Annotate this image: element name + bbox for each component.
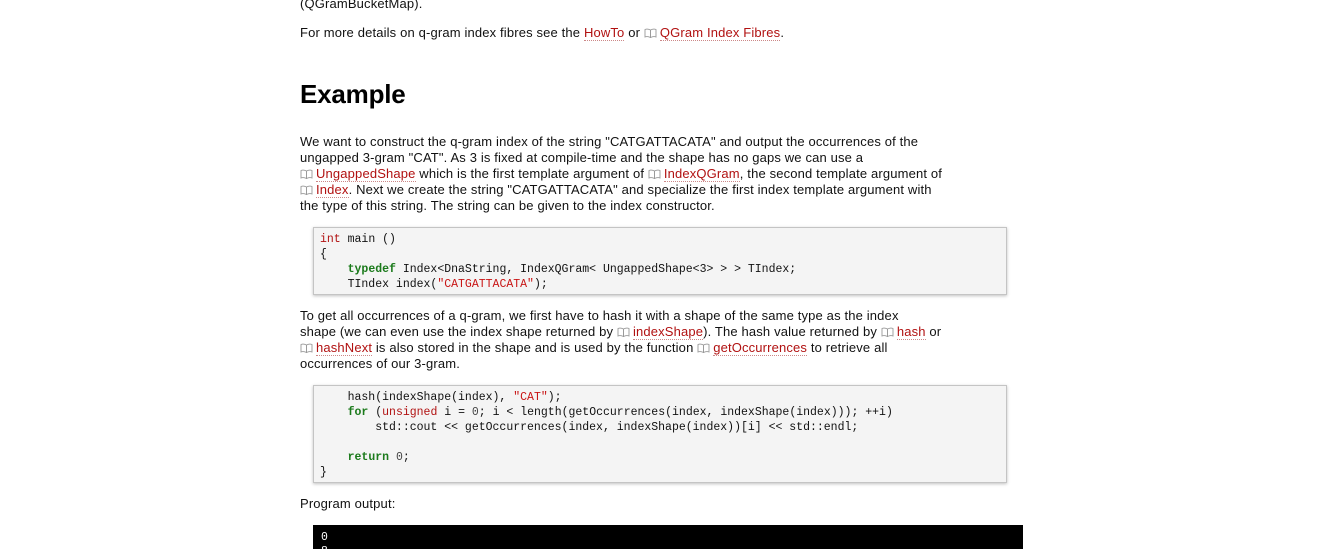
p2-line-1: To get all occurrences of a q-gram, we f… [300, 308, 899, 323]
book-icon [300, 185, 313, 195]
code-number: 0 [471, 406, 479, 419]
p2-text-5: is also stored in the shape and is used … [372, 340, 698, 355]
p1-line-2: ungapped 3-gram "CAT". As 3 is fixed at … [300, 150, 864, 165]
code-text: ; [402, 451, 410, 464]
p2-text-2: shape (we can even use the index shape r… [300, 324, 617, 339]
code-keyword-unsigned: unsigned [382, 406, 438, 419]
p2-line-3: hashNext is also stored in the shape and… [300, 340, 1045, 356]
book-icon [300, 343, 313, 353]
book-icon [617, 327, 630, 337]
code-keyword-for: for [347, 406, 369, 419]
code-text: i = [437, 406, 472, 419]
program-output-label: Program output: [300, 496, 396, 511]
code-text: ; i < length(getOccurrences(index, index… [478, 406, 893, 419]
code-keyword-typedef: typedef [347, 263, 396, 276]
code2-line-5: return 0; [320, 451, 410, 464]
code-text: ); [533, 278, 548, 291]
code-keyword-int: int [320, 233, 341, 246]
example-heading: Example [300, 79, 406, 109]
or-text: or [624, 25, 644, 40]
howto-link[interactable]: HowTo [583, 25, 625, 41]
p2-text-6: to retrieve all [807, 340, 888, 355]
p1-text-3: which is the first template argument of [415, 166, 648, 181]
code2-line-1: hash(indexShape(index), "CAT"); [320, 391, 562, 404]
code-text: ( [368, 406, 383, 419]
p1-line-1: We want to construct the q-gram index of… [300, 134, 919, 149]
output-line: 8 [321, 545, 328, 549]
hash-link[interactable]: hash [896, 324, 926, 340]
code-block-2: hash(indexShape(index), "CAT"); for (uns… [313, 385, 1007, 483]
code1-line-1: int main () [320, 233, 396, 246]
code1-line-4: TIndex index("CATGATTACATA"); [320, 278, 548, 291]
code-text: TIndex index( [320, 278, 438, 291]
code-text: hash(indexShape(index), [320, 391, 514, 404]
book-icon [881, 327, 894, 337]
indexshape-link[interactable]: indexShape [632, 324, 704, 340]
ungappedshape-link[interactable]: UngappedShape [316, 166, 416, 182]
book-icon [697, 343, 710, 353]
code-text: ); [547, 391, 562, 404]
code1-line-3: typedef Index<DnaString, IndexQGram< Ung… [320, 263, 797, 276]
p1-text-4: , the second template argument of [739, 166, 943, 181]
period-text: . [780, 25, 785, 40]
code-text: main () [340, 233, 396, 246]
p1-line-3: UngappedShape which is the first templat… [300, 166, 1045, 182]
book-icon [300, 169, 313, 179]
hashnext-link[interactable]: hashNext [316, 340, 373, 356]
example-paragraph-1: We want to construct the q-gram index of… [300, 134, 1045, 214]
code-text: Index<DnaString, IndexQGram< UngappedSha… [395, 263, 797, 276]
code-keyword-return: return [347, 451, 390, 464]
code-block-1: int main () { typedef Index<DnaString, I… [313, 227, 1007, 295]
code1-line-2: { [320, 248, 327, 261]
index-link[interactable]: Index [316, 182, 349, 198]
p2-line-4: occurrences of our 3-gram. [300, 356, 460, 371]
example-paragraph-2: To get all occurrences of a q-gram, we f… [300, 308, 1045, 372]
code-number: 0 [395, 451, 403, 464]
p2-text-3: ). The hash value returned by [703, 324, 881, 339]
code2-line-2: for (unsigned i = 0; i < length(getOccur… [320, 406, 893, 419]
code2-line-3: std::cout << getOccurrences(index, index… [320, 421, 859, 434]
bucket-map-fragment: (QGramBucketMap). [300, 0, 423, 11]
p1-line-5: the type of this string. The string can … [300, 198, 715, 213]
book-icon [644, 28, 657, 38]
p1-text-5: . Next we create the string "CATGATTACAT… [348, 182, 932, 197]
p2-text-4: or [925, 324, 942, 339]
code-string: "CATGATTACATA" [437, 278, 534, 291]
code2-line-6: } [320, 466, 327, 479]
p1-line-4: Index. Next we create the string "CATGAT… [300, 182, 1045, 198]
output-line: 0 [321, 531, 328, 544]
qgram-index-fibres-link[interactable]: QGram Index Fibres [659, 25, 781, 41]
p2-line-2: shape (we can even use the index shape r… [300, 324, 1045, 340]
indexqgram-link[interactable]: IndexQGram [663, 166, 740, 182]
more-details-text: For more details on q-gram index fibres … [300, 25, 584, 40]
more-details-paragraph: For more details on q-gram index fibres … [300, 25, 784, 41]
program-output-box: 0 8 [313, 525, 1023, 549]
code-string: "CAT" [513, 391, 548, 404]
book-icon [648, 169, 661, 179]
getoccurrences-link[interactable]: getOccurrences [713, 340, 808, 356]
